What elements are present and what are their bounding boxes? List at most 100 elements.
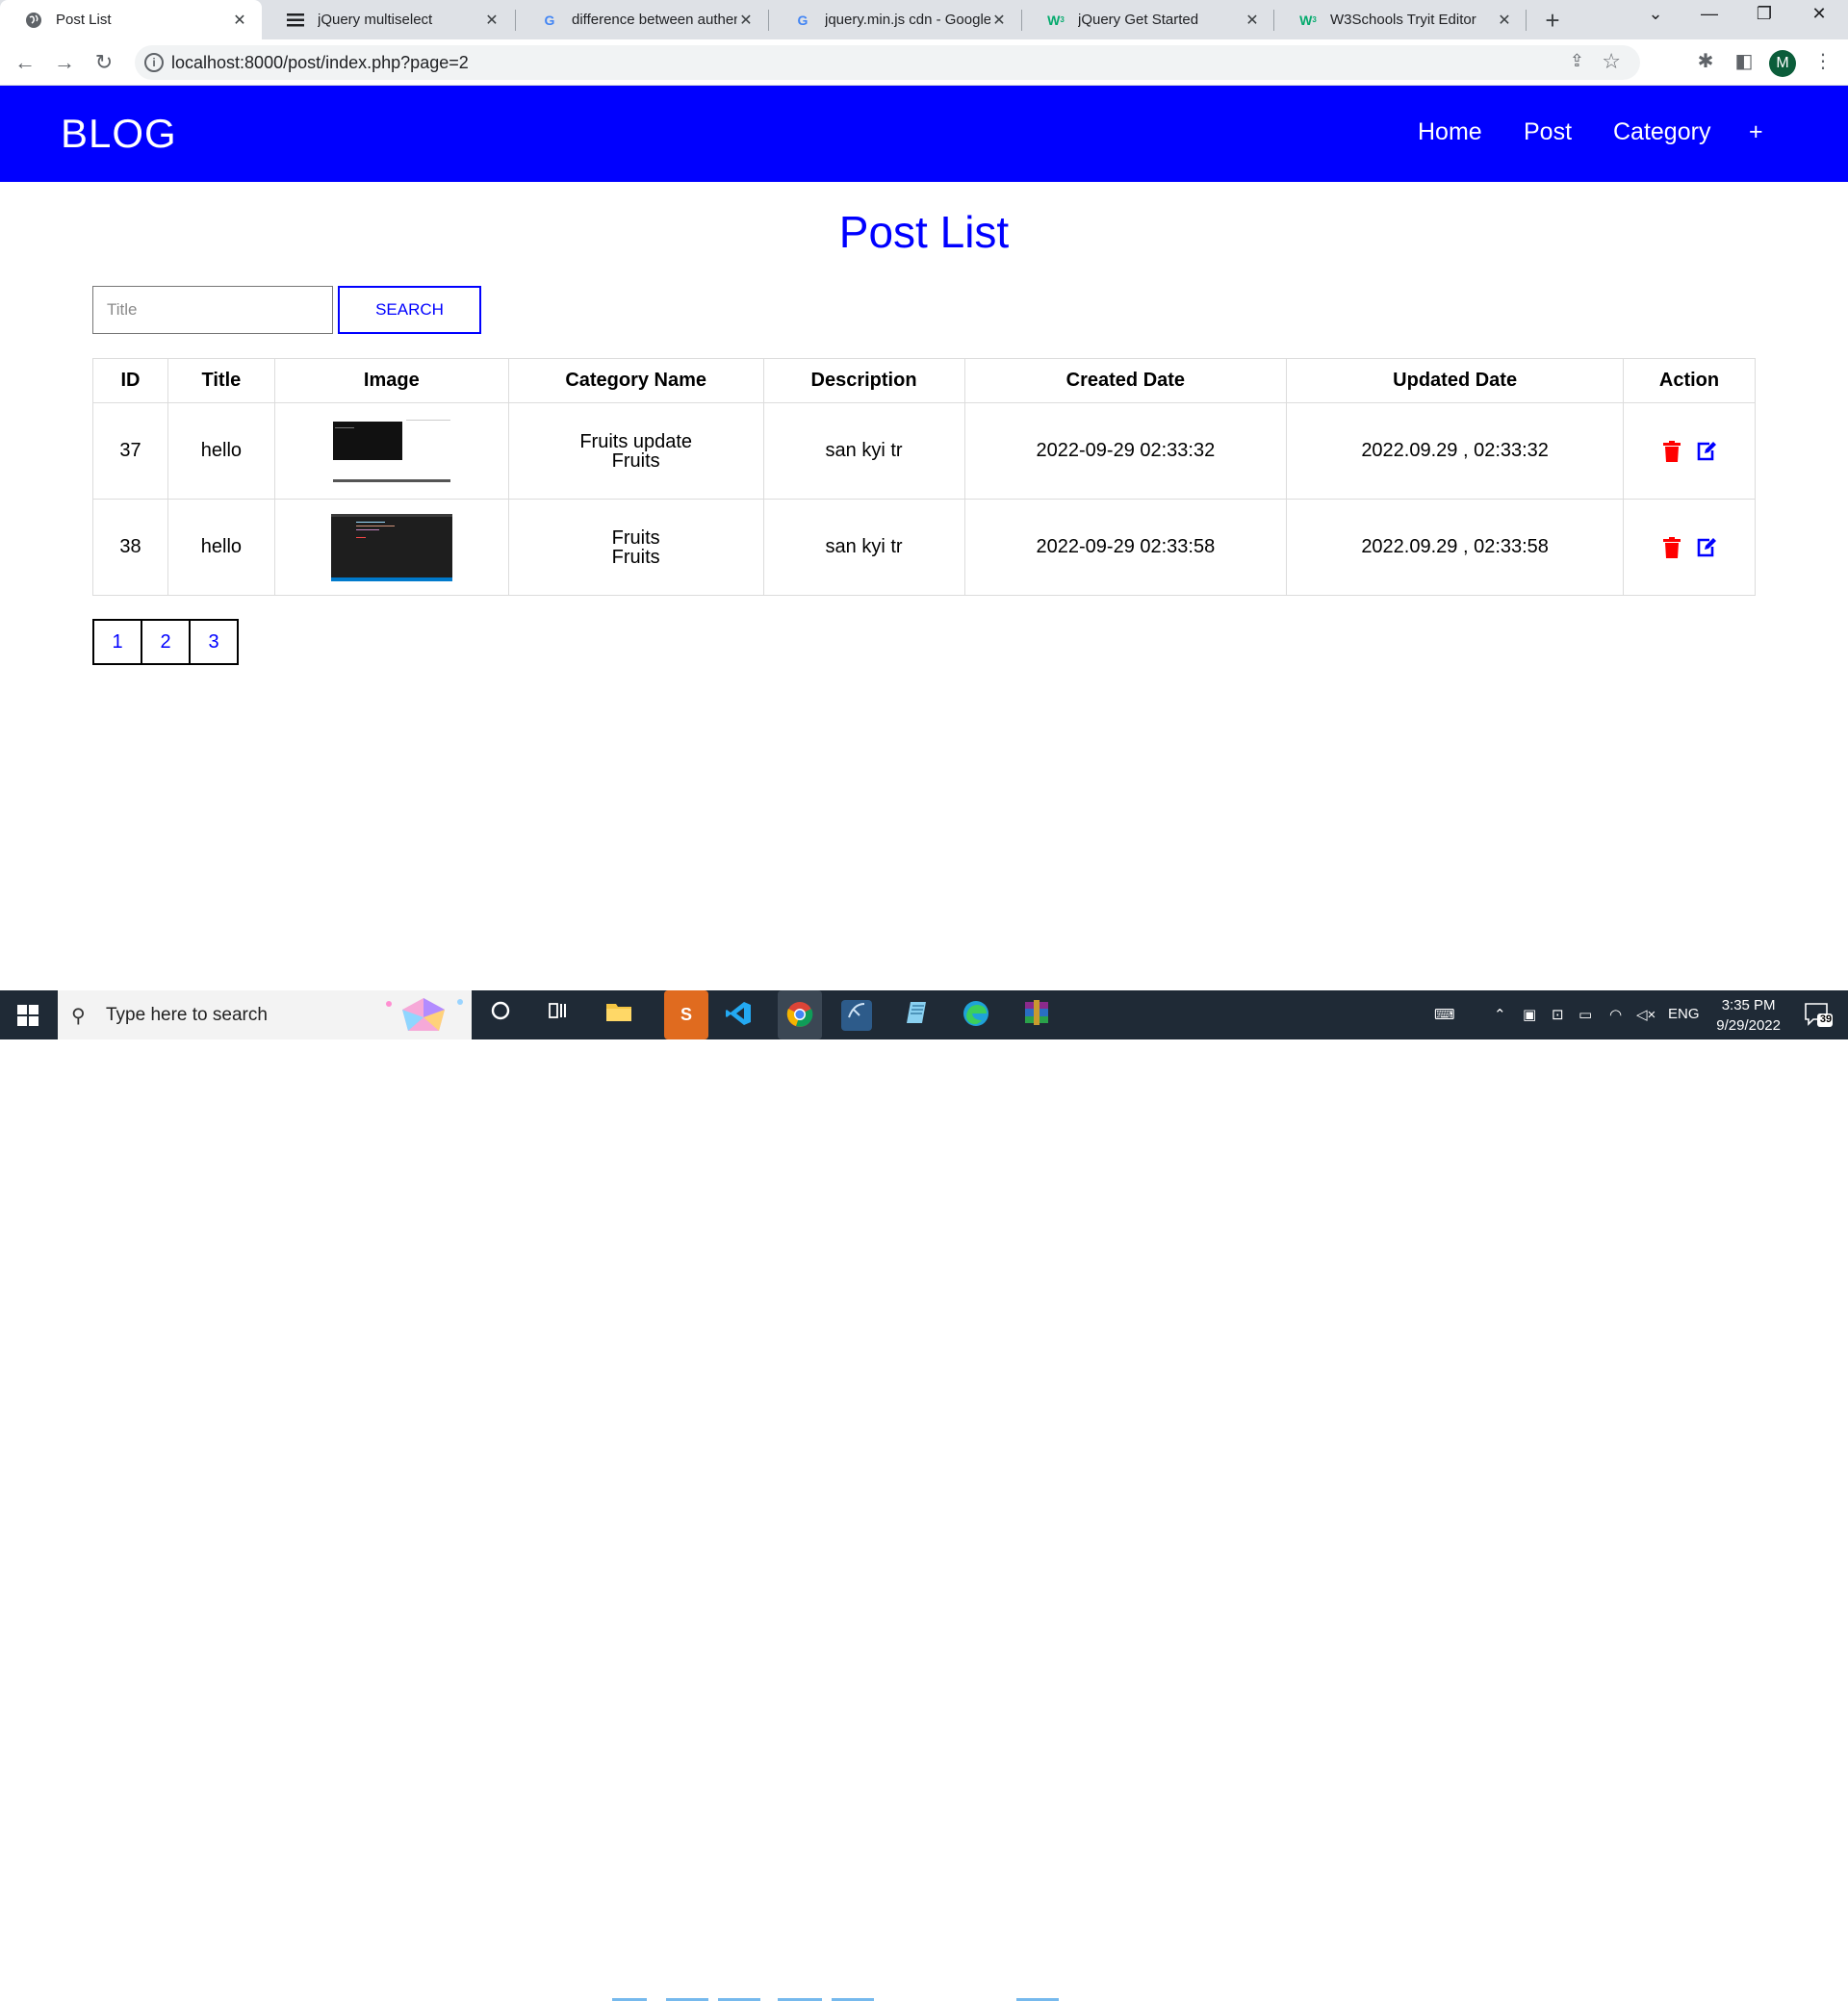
browser-tab-strip: Post List ✕ jQuery multiselect ✕ G diffe… [0,0,1848,39]
brand-logo[interactable]: BLOG [61,111,177,157]
tab-title: Post List [56,12,112,28]
notification-count: 39 [1819,1013,1833,1025]
new-tab-icon[interactable]: + [1538,6,1567,36]
tab-post-list[interactable]: Post List ✕ [0,0,262,39]
clock-date: 9/29/2022 [1716,1017,1781,1034]
post-thumbnail [330,417,452,485]
cell-description: san kyi tr [762,499,965,596]
site-info-icon[interactable]: i [144,53,164,72]
w3schools-icon: W3 [1047,12,1065,28]
tab-title: jQuery multiselect [318,12,433,28]
language-indicator[interactable]: ENG [1668,1006,1700,1022]
trash-icon[interactable] [1661,440,1682,462]
w3schools-icon: W3 [1299,12,1317,28]
extensions-puzzle-icon[interactable]: ✱ [1692,49,1719,73]
close-tab-icon[interactable]: ✕ [483,11,500,30]
cell-description: san kyi tr [762,402,965,500]
side-panel-icon[interactable]: ◧ [1731,49,1758,73]
tab-jquery-get-started[interactable]: W3 jQuery Get Started ✕ [1022,0,1274,39]
taskbar-search-box[interactable]: ⚲ Type here to search [58,990,472,1039]
pagination: 1 2 3 [92,619,239,665]
bookmark-star-icon[interactable]: ☆ [1602,49,1621,74]
close-tab-icon[interactable]: ✕ [1496,11,1513,30]
edit-icon[interactable] [1696,537,1717,558]
edge-icon[interactable] [961,1000,991,1031]
tab-w3schools-tryit[interactable]: W3 W3Schools Tryit Editor ✕ [1274,0,1527,39]
reload-icon[interactable]: ↻ [90,49,117,76]
mysql-workbench-icon[interactable] [841,1000,872,1031]
col-header-action: Action [1623,358,1756,403]
minimize-icon[interactable]: — [1690,4,1729,24]
close-tab-icon[interactable]: ✕ [231,11,248,30]
back-arrow-icon[interactable]: ← [12,49,38,76]
col-header-image: Image [273,358,509,403]
nav-category[interactable]: Category [1613,118,1710,146]
cell-action [1623,499,1756,596]
col-header-title: Title [167,358,275,403]
table-row: 37 hello Fruits update Fruits san kyi tr… [92,402,1756,500]
page-link-1[interactable]: 1 [92,619,142,665]
page-link-2[interactable]: 2 [141,619,191,665]
notifications-icon[interactable]: 39 [1804,1002,1833,1029]
category-line: Fruits [611,449,660,472]
wifi-icon[interactable]: ◠ [1609,1006,1622,1023]
cell-title: hello [167,402,275,500]
google-g-icon: G [797,12,808,28]
taskbar-search-placeholder: Type here to search [106,1005,268,1025]
close-window-icon[interactable]: ✕ [1800,4,1838,24]
volume-muted-icon[interactable]: ◁× [1636,1006,1656,1023]
task-view-icon[interactable] [543,1000,574,1031]
trash-icon[interactable] [1661,536,1682,558]
table-header-row: ID Title Image Category Name Description… [92,358,1756,403]
close-tab-icon[interactable]: ✕ [1244,11,1261,30]
close-tab-icon[interactable]: ✕ [737,11,755,30]
nav-home[interactable]: Home [1418,118,1482,146]
cell-title: hello [167,499,275,596]
col-header-description: Description [762,358,965,403]
col-header-updated: Updated Date [1286,358,1625,403]
tab-difference-between[interactable]: G difference between authent ✕ [516,0,768,39]
search-input[interactable] [92,286,333,334]
app-s-icon[interactable]: S [664,990,708,1039]
battery-icon[interactable]: ▭ [1578,1006,1592,1023]
vscode-icon[interactable] [723,1000,754,1031]
chevron-up-icon[interactable]: ⌃ [1494,1006,1506,1023]
search-button[interactable]: SEARCH [338,286,481,334]
tab-title: jQuery Get Started [1078,12,1199,28]
edit-icon[interactable] [1696,441,1717,462]
tab-jquery-cdn[interactable]: G jquery.min.js cdn - Google S ✕ [769,0,1021,39]
restore-icon[interactable]: ❐ [1745,4,1784,24]
nav-post[interactable]: Post [1524,118,1572,146]
search-icon: ⚲ [71,1006,86,1027]
notepad-icon[interactable] [902,1000,933,1031]
windows-start-icon[interactable] [17,1005,38,1026]
keyboard-icon[interactable]: ⌨ [1434,1006,1455,1023]
category-line: Fruits [611,526,660,549]
tab-title: W3Schools Tryit Editor [1330,12,1476,28]
cell-category: Fruits Fruits [507,499,764,596]
system-clock[interactable]: 3:35 PM 9/29/2022 [1716,995,1781,1036]
share-icon[interactable]: ⇪ [1570,51,1584,71]
kebab-menu-icon[interactable]: ⋮ [1810,49,1836,73]
menu-lines-icon [287,12,304,29]
cell-action [1623,402,1756,500]
address-bar[interactable]: i localhost:8000/post/index.php?page=2 ⇪… [135,45,1640,80]
nav-add[interactable]: + [1749,118,1763,146]
profile-avatar[interactable]: M [1769,50,1796,77]
file-explorer-icon[interactable] [603,1000,634,1031]
url-text[interactable]: localhost:8000/post/index.php?page=2 [171,53,469,73]
cell-updated: 2022.09.29 , 02:33:58 [1286,499,1625,596]
winrar-icon[interactable] [1021,1000,1052,1031]
cell-updated: 2022.09.29 , 02:33:32 [1286,402,1625,500]
category-line: Fruits update [579,430,693,452]
meet-icon[interactable]: ▣ [1523,1006,1536,1023]
chrome-icon[interactable] [778,990,822,1039]
tab-search-chevron-icon[interactable]: ⌄ [1636,4,1675,24]
page-link-3[interactable]: 3 [189,619,239,665]
forward-arrow-icon[interactable]: → [51,49,78,76]
close-tab-icon[interactable]: ✕ [990,11,1008,30]
posts-table: ID Title Image Category Name Description… [92,358,1756,596]
network-status-icon[interactable]: ⊡ [1552,1006,1564,1023]
cortana-circle-icon[interactable] [485,1000,516,1031]
tab-jquery-multiselect[interactable]: jQuery multiselect ✕ [262,0,514,39]
